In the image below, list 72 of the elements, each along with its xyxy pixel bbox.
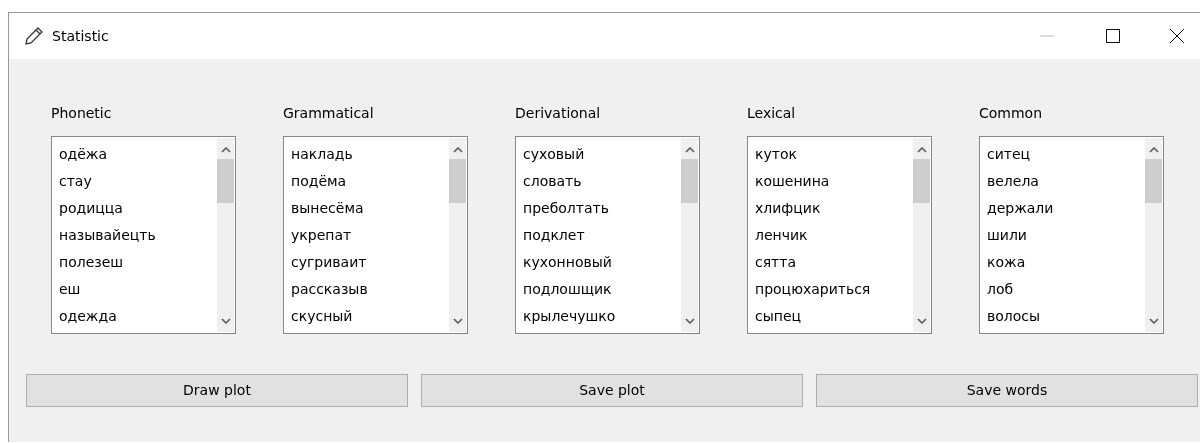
scrollbar[interactable] [449,138,466,332]
list-item[interactable]: вынесёма [291,197,449,224]
list-item[interactable]: велела [987,170,1145,197]
scroll-up-icon[interactable] [684,147,695,153]
pencil-icon [24,26,44,46]
list-item[interactable]: кухонновый [523,251,681,278]
list-item[interactable]: называйецть [59,224,217,251]
scrollbar[interactable] [217,138,234,332]
scroll-down-icon[interactable] [452,318,463,324]
list-label: Derivational [515,104,602,123]
list-label: Phonetic [51,104,113,123]
list-item[interactable]: куток [755,143,913,170]
list-item[interactable]: одежда [59,305,217,332]
list-item[interactable]: держали [987,197,1145,224]
list-item[interactable]: лоб [987,278,1145,305]
list-item[interactable]: родицца [59,197,217,224]
scrollbar[interactable] [913,138,930,332]
scroll-down-icon[interactable] [916,318,927,324]
scrollbar-thumb[interactable] [449,159,466,203]
scroll-down-icon[interactable] [220,318,231,324]
list-item[interactable]: рассказыв [291,278,449,305]
list-item[interactable]: волосы [987,305,1145,332]
list-item[interactable]: подлошщик [523,278,681,305]
list-item[interactable]: ситец [987,143,1145,170]
list-label: Lexical [747,104,797,123]
scroll-up-icon[interactable] [452,147,463,153]
list-item[interactable]: сятта [755,251,913,278]
list-item[interactable]: кожа [987,251,1145,278]
scroll-down-icon[interactable] [684,318,695,324]
action-button[interactable]: Save plot [421,374,803,407]
scrollbar-thumb[interactable] [681,159,698,203]
list-item[interactable]: крылечушко [523,305,681,332]
list-label: Common [979,104,1044,123]
list-item[interactable]: ленчик [755,224,913,251]
list-item[interactable]: подклет [523,224,681,251]
scrollbar[interactable] [1145,138,1162,332]
scrollbar[interactable] [681,138,698,332]
list-item[interactable]: накладь [291,143,449,170]
list-box[interactable]: куток кошенина хлифцик ленчик сятта процюхариться сыпец [747,136,932,334]
scroll-up-icon[interactable] [220,147,231,153]
list-item[interactable]: стау [59,170,217,197]
scroll-up-icon[interactable] [916,147,927,153]
list-item[interactable]: процюхариться [755,278,913,305]
scrollbar-thumb[interactable] [217,159,234,203]
action-button[interactable]: Draw plot [26,374,408,407]
maximize-icon[interactable] [1106,29,1120,43]
list-item[interactable]: сугриваит [291,251,449,278]
list-item[interactable]: шили [987,224,1145,251]
list-box[interactable]: суховый словать преболтать подклет кухонновый подлошщик крылечушко [515,136,700,334]
list-item[interactable]: хлифцик [755,197,913,224]
action-button[interactable]: Save words [816,374,1198,407]
scrollbar-thumb[interactable] [913,159,930,203]
list-item[interactable]: сыпец [755,305,913,332]
list-item[interactable]: кошенина [755,170,913,197]
list-item[interactable]: скусный [291,305,449,332]
list-item[interactable]: еш [59,278,217,305]
list-item[interactable]: укрепат [291,224,449,251]
list-item[interactable]: полезеш [59,251,217,278]
list-label: Grammatical [283,104,375,123]
list-item[interactable]: одёжа [59,143,217,170]
scroll-down-icon[interactable] [1148,318,1159,324]
close-icon[interactable] [1170,29,1184,43]
list-item[interactable]: подёма [291,170,449,197]
list-item[interactable]: суховый [523,143,681,170]
list-box[interactable]: ситец велела держали шили кожа лоб волосы [979,136,1164,334]
window-title: Statistic [52,26,109,46]
list-item[interactable]: преболтать [523,197,681,224]
scroll-up-icon[interactable] [1148,147,1159,153]
list-item[interactable]: словать [523,170,681,197]
scrollbar-thumb[interactable] [1145,159,1162,203]
list-box[interactable]: накладь подёма вынесёма укрепат сугриваит рассказыв скусный [283,136,468,334]
list-box[interactable]: одёжа стау родицца называйецть полезеш еш одежда [51,136,236,334]
